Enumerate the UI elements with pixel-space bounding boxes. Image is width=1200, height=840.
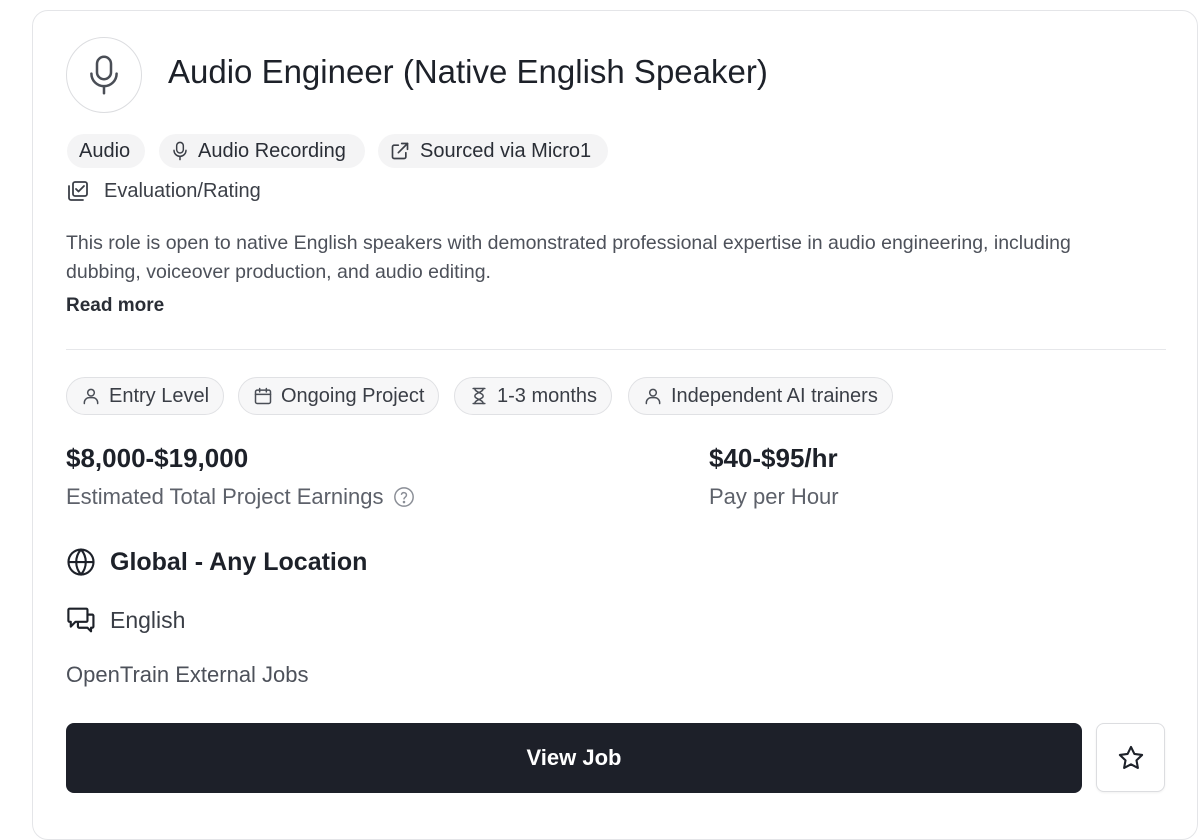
chat-bubbles-icon <box>67 607 95 633</box>
tag-audio-recording: Audio Recording <box>159 134 365 168</box>
tag-audio: Audio <box>67 134 145 168</box>
detail-audience: Independent AI trainers <box>628 377 893 415</box>
globe-icon <box>67 548 95 576</box>
star-icon <box>1118 745 1143 769</box>
category: Evaluation/Rating <box>66 179 261 203</box>
checklist-icon <box>68 181 88 201</box>
tag-label: Audio <box>79 139 131 162</box>
microphone-icon <box>173 141 187 161</box>
microphone-icon <box>90 55 118 95</box>
hourly-rate-label: Pay per Hour <box>709 484 839 510</box>
detail-label: Ongoing Project <box>281 384 425 407</box>
read-more-link[interactable]: Read more <box>66 295 164 317</box>
user-icon <box>83 388 99 405</box>
detail-entry-level: Entry Level <box>66 377 225 415</box>
language: English <box>66 605 185 635</box>
total-earnings-label: Estimated Total Project Earnings <box>66 484 415 510</box>
view-job-label: View Job <box>526 745 622 770</box>
hourglass-icon <box>472 387 486 405</box>
question-circle-icon[interactable] <box>393 486 415 508</box>
job-avatar <box>66 37 142 113</box>
job-description: This role is open to native English spea… <box>66 232 1071 283</box>
hourly-rate-value: $40-$95/hr <box>709 443 838 473</box>
external-link-icon <box>391 142 409 160</box>
calendar-icon <box>254 387 272 405</box>
detail-label: Entry Level <box>109 384 210 407</box>
tag-label: Audio Recording <box>198 139 346 162</box>
detail-project-type: Ongoing Project <box>238 377 440 415</box>
user-icon <box>645 388 661 405</box>
detail-duration: 1-3 months <box>454 377 613 415</box>
job-title: Audio Engineer (Native English Speaker) <box>168 53 768 90</box>
location-label: Global - Any Location <box>110 547 368 576</box>
total-earnings-value: $8,000-$19,000 <box>66 443 249 473</box>
tag-sourced: Sourced via Micro1 <box>378 134 608 168</box>
tag-label: Sourced via Micro1 <box>420 139 592 162</box>
job-source: OpenTrain External Jobs <box>66 662 309 687</box>
total-earnings-text: Estimated Total Project Earnings <box>66 484 384 509</box>
detail-label: 1-3 months <box>497 384 598 407</box>
language-label: English <box>110 606 186 633</box>
location: Global - Any Location <box>66 547 367 577</box>
view-job-button[interactable]: View Job <box>66 723 1082 793</box>
category-label: Evaluation/Rating <box>104 179 261 202</box>
job-card: Audio Engineer (Native English Speaker) … <box>32 10 1198 840</box>
favorite-button[interactable] <box>1096 723 1165 792</box>
detail-label: Independent AI trainers <box>671 384 878 407</box>
hourly-rate-text: Pay per Hour <box>709 484 839 509</box>
divider <box>66 349 1166 350</box>
